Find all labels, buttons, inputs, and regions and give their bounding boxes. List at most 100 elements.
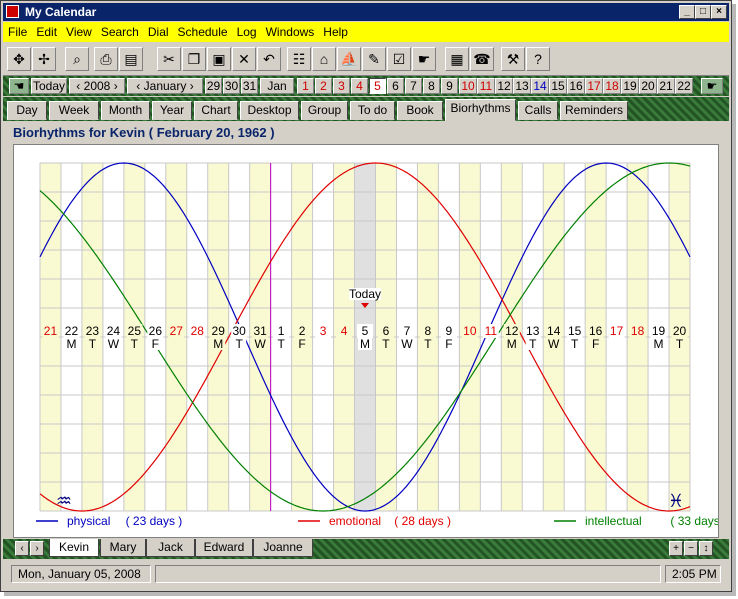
day-cell[interactable]: 15 — [549, 78, 567, 94]
menu-file[interactable]: File — [3, 22, 31, 39]
menu-help[interactable]: Help — [318, 22, 352, 39]
tab-chart[interactable]: Chart — [194, 101, 238, 120]
tab-month[interactable]: Month — [101, 101, 150, 120]
day-cell[interactable]: 11 — [477, 78, 495, 94]
weekday-label: T — [131, 337, 139, 351]
prev-month-day[interactable]: 30 — [223, 78, 240, 94]
tab-group[interactable]: Group — [301, 101, 348, 120]
day-cell[interactable]: 3 — [333, 78, 350, 94]
day-label: 25 — [128, 324, 142, 338]
tab-biorhythms[interactable]: Biorhythms — [445, 99, 516, 121]
menu-edit[interactable]: Edit — [31, 22, 61, 39]
tab-calls[interactable]: Calls — [518, 101, 558, 120]
day-cell[interactable]: 2 — [315, 78, 332, 94]
tab-week[interactable]: Week — [49, 101, 99, 120]
zoom-out-button[interactable]: − — [684, 541, 698, 556]
phone-icon[interactable]: ☎ — [470, 47, 494, 71]
find-icon[interactable]: ⌕ — [65, 47, 89, 71]
close-button[interactable]: × — [711, 5, 727, 19]
menu-schedule[interactable]: Schedule — [173, 22, 232, 39]
date-navigation-bar: ☚ Today ‹ 2008 › ‹ January › 29 30 31 Ja… — [3, 76, 729, 96]
tab-reminders[interactable]: Reminders — [560, 101, 628, 120]
day-cell[interactable]: 5 — [369, 78, 386, 94]
day-cell[interactable]: 22 — [675, 78, 693, 94]
year-value: 2008 — [83, 79, 111, 93]
fit-button[interactable]: ↕ — [699, 541, 713, 556]
person-tab-joanne[interactable]: Joanne — [253, 539, 313, 557]
next-person-icon[interactable]: › — [30, 541, 44, 556]
day-cell[interactable]: 20 — [639, 78, 657, 94]
month-selector[interactable]: ‹ January › — [127, 78, 203, 94]
print-icon[interactable]: ⎙ — [94, 47, 118, 71]
day-cell[interactable]: 7 — [405, 78, 422, 94]
day-cell[interactable]: 14 — [531, 78, 549, 94]
menu-windows[interactable]: Windows — [261, 22, 319, 39]
year-selector[interactable]: ‹ 2008 › — [69, 78, 125, 94]
menu-view[interactable]: View — [61, 22, 96, 39]
day-label: 5 — [362, 324, 369, 338]
prev-month-icon[interactable]: ‹ — [136, 79, 140, 93]
tab-book[interactable]: Book — [397, 101, 443, 120]
day-cell[interactable]: 18 — [603, 78, 621, 94]
prev-year-icon[interactable]: ‹ — [76, 79, 80, 93]
next-month-icon[interactable]: › — [190, 79, 194, 93]
today-button[interactable]: Today — [31, 78, 67, 94]
reminder-hand-icon[interactable]: ☛ — [412, 47, 436, 71]
checklist-icon[interactable]: ☑ — [387, 47, 411, 71]
move-icon[interactable]: ✥ — [7, 47, 31, 71]
day-label: 28 — [191, 324, 205, 338]
day-cell[interactable]: 10 — [459, 78, 477, 94]
prev-month-day[interactable]: 31 — [241, 78, 258, 94]
address-book-icon[interactable]: ☷ — [287, 47, 311, 71]
move-outline-icon[interactable]: ✢ — [32, 47, 56, 71]
zoom-in-button[interactable]: + — [669, 541, 683, 556]
day-cell[interactable]: 13 — [513, 78, 531, 94]
cut-icon[interactable]: ✂ — [157, 47, 181, 71]
tools-icon[interactable]: ⚒ — [501, 47, 525, 71]
day-label: 18 — [631, 324, 645, 338]
print-setup-icon[interactable]: ▤ — [119, 47, 143, 71]
person-tab-mary[interactable]: Mary — [100, 539, 146, 557]
notes-icon[interactable]: ✎ — [362, 47, 386, 71]
weekday-label: T — [529, 337, 537, 351]
day-cell[interactable]: 1 — [297, 78, 314, 94]
day-cell[interactable]: 19 — [621, 78, 639, 94]
day-cell[interactable]: 8 — [423, 78, 440, 94]
weekday-label: W — [401, 337, 413, 351]
ship-icon[interactable]: ⛵ — [337, 47, 361, 71]
day-cell[interactable]: 6 — [387, 78, 404, 94]
person-tab-jack[interactable]: Jack — [146, 539, 195, 557]
day-label: 8 — [425, 324, 432, 338]
tab-to-do[interactable]: To do — [350, 101, 395, 120]
weekday-label: F — [445, 337, 452, 351]
person-tab-edward[interactable]: Edward — [195, 539, 253, 557]
day-label: 22 — [65, 324, 79, 338]
day-cell[interactable]: 17 — [585, 78, 603, 94]
menu-dial[interactable]: Dial — [143, 22, 173, 39]
next-year-icon[interactable]: › — [114, 79, 118, 93]
day-cell[interactable]: 4 — [351, 78, 368, 94]
minimize-button[interactable]: _ — [679, 5, 695, 19]
day-cell[interactable]: 16 — [567, 78, 585, 94]
calendar-book-icon[interactable]: ▦ — [445, 47, 469, 71]
day-cell[interactable]: 12 — [495, 78, 513, 94]
prev-month-day[interactable]: 29 — [205, 78, 222, 94]
undo-icon[interactable]: ↶ — [257, 47, 281, 71]
delete-icon[interactable]: ✕ — [232, 47, 256, 71]
paste-icon[interactable]: ▣ — [207, 47, 231, 71]
person-tab-kevin[interactable]: Kevin — [49, 539, 99, 557]
prev-person-icon[interactable]: ‹ — [15, 541, 29, 556]
copy-icon[interactable]: ❐ — [182, 47, 206, 71]
day-label: 10 — [463, 324, 477, 338]
day-cell[interactable]: 21 — [657, 78, 675, 94]
home-icon[interactable]: ⌂ — [312, 47, 336, 71]
tab-desktop[interactable]: Desktop — [240, 101, 299, 120]
day-cell[interactable]: 9 — [441, 78, 458, 94]
tab-year[interactable]: Year — [152, 101, 192, 120]
menu-log[interactable]: Log — [232, 22, 261, 39]
help-button[interactable]: ? — [526, 47, 550, 71]
menu-search[interactable]: Search — [96, 22, 143, 39]
maximize-button[interactable]: □ — [695, 5, 711, 19]
legend-period-physical: ( 23 days ) — [126, 514, 183, 528]
tab-day[interactable]: Day — [7, 101, 47, 120]
